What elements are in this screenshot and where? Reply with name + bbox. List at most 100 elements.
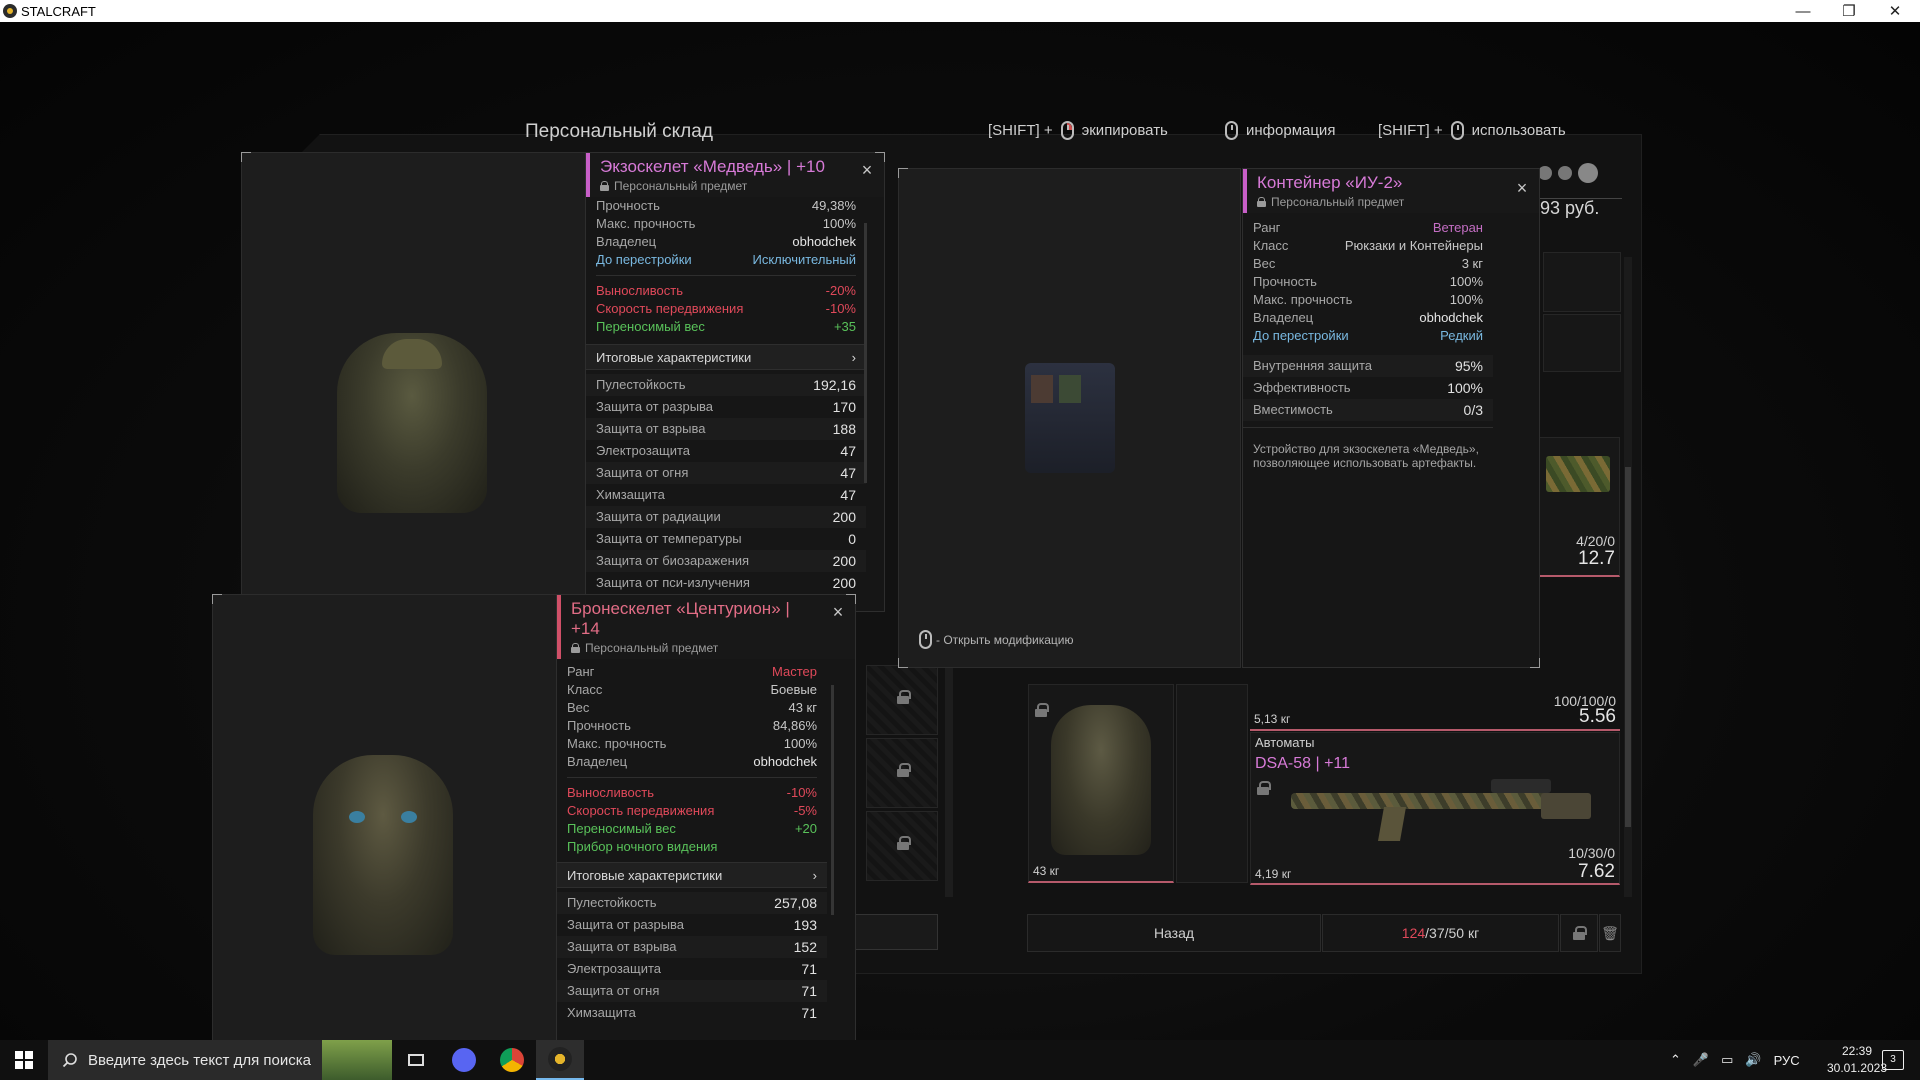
info-value: Исключительный: [752, 252, 856, 267]
stat-value: 200: [832, 509, 856, 525]
info-key: Макс. прочность: [596, 216, 696, 231]
armor-summary-toggle[interactable]: Итоговые характеристики ›: [557, 862, 827, 888]
container-image: [1025, 363, 1115, 473]
exo-title: Экзоскелет «Медведь» | +10: [600, 157, 825, 176]
camo-item-image: [1546, 456, 1610, 492]
ammo-stack-12-7[interactable]: 4/20/0 12.7: [1535, 437, 1620, 577]
rifle-card[interactable]: Автоматы DSA-58 | +11 10/30/0 7.62 4,19 …: [1250, 732, 1620, 885]
network-icon[interactable]: ▭: [1721, 1052, 1733, 1068]
exoskeleton-image: [337, 333, 487, 513]
stat-value: 0/3: [1463, 402, 1483, 418]
back-button[interactable]: Назад: [1027, 914, 1321, 952]
close-window-button[interactable]: ✕: [1872, 0, 1918, 22]
stat-value: 71: [801, 961, 817, 977]
effect-value: -20%: [825, 283, 856, 298]
armor-cell-weight: 43 кг: [1033, 864, 1060, 878]
info-key: Вес: [1253, 256, 1276, 271]
lock-icon: [1257, 197, 1266, 207]
info-key: Ранг: [1253, 220, 1281, 235]
inventory-slot[interactable]: [1176, 684, 1248, 883]
stat-key: Эффективность: [1253, 380, 1351, 395]
task-view-icon[interactable]: [392, 1040, 440, 1080]
maximize-button[interactable]: ❐: [1826, 0, 1872, 22]
minimize-button[interactable]: —: [1780, 0, 1826, 22]
ammo-stack-5-56-row: 100/100/0 5.56: [1250, 693, 1620, 730]
stat-key: Внутренняя защита: [1253, 358, 1372, 373]
inventory-scrollbar[interactable]: [1624, 257, 1632, 897]
stat-key: Пулестойкость: [567, 895, 657, 910]
stat-key: Защита от разрыва: [567, 917, 685, 932]
stalcraft-app-icon: [3, 4, 17, 18]
stat-key: Защита от биозаражения: [596, 553, 750, 568]
stat-key: Защита от пси-излучения: [596, 575, 750, 590]
inventory-slot[interactable]: [1543, 252, 1621, 312]
open-modification-hint[interactable]: - Открыть модификацию: [919, 630, 1074, 649]
effect-key: Скорость передвижения: [596, 301, 744, 316]
ammo-rarity-bar: [1250, 729, 1620, 731]
notifications-icon[interactable]: 3: [1882, 1050, 1904, 1070]
left-scrollbar[interactable]: [945, 667, 953, 897]
trash-icon[interactable]: 🗑: [1599, 914, 1621, 952]
info-key: Прочность: [567, 718, 631, 733]
hint-use-prefix: [SHIFT] +: [1378, 122, 1443, 139]
windows-icon: [15, 1051, 33, 1069]
exo-close-button[interactable]: ×: [858, 161, 876, 179]
weight-current: 124: [1401, 925, 1426, 941]
effect-key: Прибор ночного видения: [567, 839, 718, 854]
rifle-image: [1291, 775, 1591, 841]
filter-icon[interactable]: [1538, 166, 1552, 180]
info-value: Мастер: [772, 664, 817, 679]
settings-icon[interactable]: [1558, 166, 1572, 180]
volume-icon[interactable]: 🔊: [1745, 1052, 1761, 1068]
chevron-right-icon: ›: [812, 868, 817, 883]
armor-scrollbar[interactable]: [831, 685, 834, 915]
armor-thumbnail: [1051, 705, 1151, 855]
mouse-right-click-icon: [919, 630, 932, 649]
info-key: Владелец: [1253, 310, 1314, 325]
lock-icon: [1035, 703, 1049, 717]
search-icon: [62, 1053, 77, 1068]
stat-value: 71: [801, 983, 817, 999]
chevron-up-icon[interactable]: ⌃: [1670, 1052, 1681, 1068]
info-value: 3 кг: [1461, 256, 1483, 271]
armor-image-pane: [212, 594, 557, 1062]
hint-use: [SHIFT] + использовать: [1378, 121, 1566, 140]
info-key: Класс: [1253, 238, 1289, 253]
effect-value: -10%: [825, 301, 856, 316]
info-value: 49,38%: [811, 198, 856, 213]
inventory-slot[interactable]: [1543, 314, 1621, 372]
chrome-icon[interactable]: [488, 1040, 536, 1080]
lock-toggle-button[interactable]: [1560, 914, 1598, 952]
effect-key: Переносимый вес: [596, 319, 705, 334]
effect-key: Выносливость: [567, 785, 654, 800]
stalcraft-taskbar-icon[interactable]: [536, 1040, 584, 1080]
armor-inventory-cell[interactable]: 43 кг: [1028, 684, 1174, 883]
armor-stats: Пулестойкость 257,08 Защита от разрыва 193…: [557, 892, 827, 1026]
effect-value: +35: [833, 319, 856, 334]
system-tray: ⌃ 🎤 ▭ 🔊 РУС: [1670, 1040, 1800, 1080]
stat-value: 0: [848, 531, 856, 547]
stat-value: 95%: [1454, 358, 1483, 374]
info-key: Владелец: [596, 234, 657, 249]
exo-summary-toggle[interactable]: Итоговые характеристики ›: [586, 344, 866, 370]
summary-label: Итоговые характеристики: [567, 868, 723, 883]
stat-value: 100%: [1447, 380, 1483, 396]
start-button[interactable]: [0, 1040, 48, 1080]
microphone-icon[interactable]: 🎤: [1693, 1052, 1709, 1068]
effect-key: Переносимый вес: [567, 821, 676, 836]
discord-icon[interactable]: [440, 1040, 488, 1080]
storage-title: Персональный склад: [525, 121, 713, 142]
window-titlebar: STALCRAFT — ❐ ✕: [0, 0, 1920, 22]
lock-icon: [571, 643, 580, 653]
stat-value: 152: [793, 939, 817, 955]
stat-key: Химзащита: [596, 487, 665, 502]
exo-scrollbar[interactable]: [864, 223, 867, 483]
search-box[interactable]: Введите здесь текст для поиска: [48, 1040, 392, 1080]
language-indicator[interactable]: РУС: [1774, 1053, 1800, 1068]
effect-value: -10%: [786, 785, 817, 800]
container-close-button[interactable]: ×: [1513, 179, 1531, 197]
info-value: Редкий: [1440, 328, 1483, 343]
container-stats: Внутренняя защита 95% Эффективность 100% В…: [1243, 355, 1493, 421]
stat-value: 47: [840, 487, 856, 503]
armor-close-button[interactable]: ×: [829, 603, 847, 621]
